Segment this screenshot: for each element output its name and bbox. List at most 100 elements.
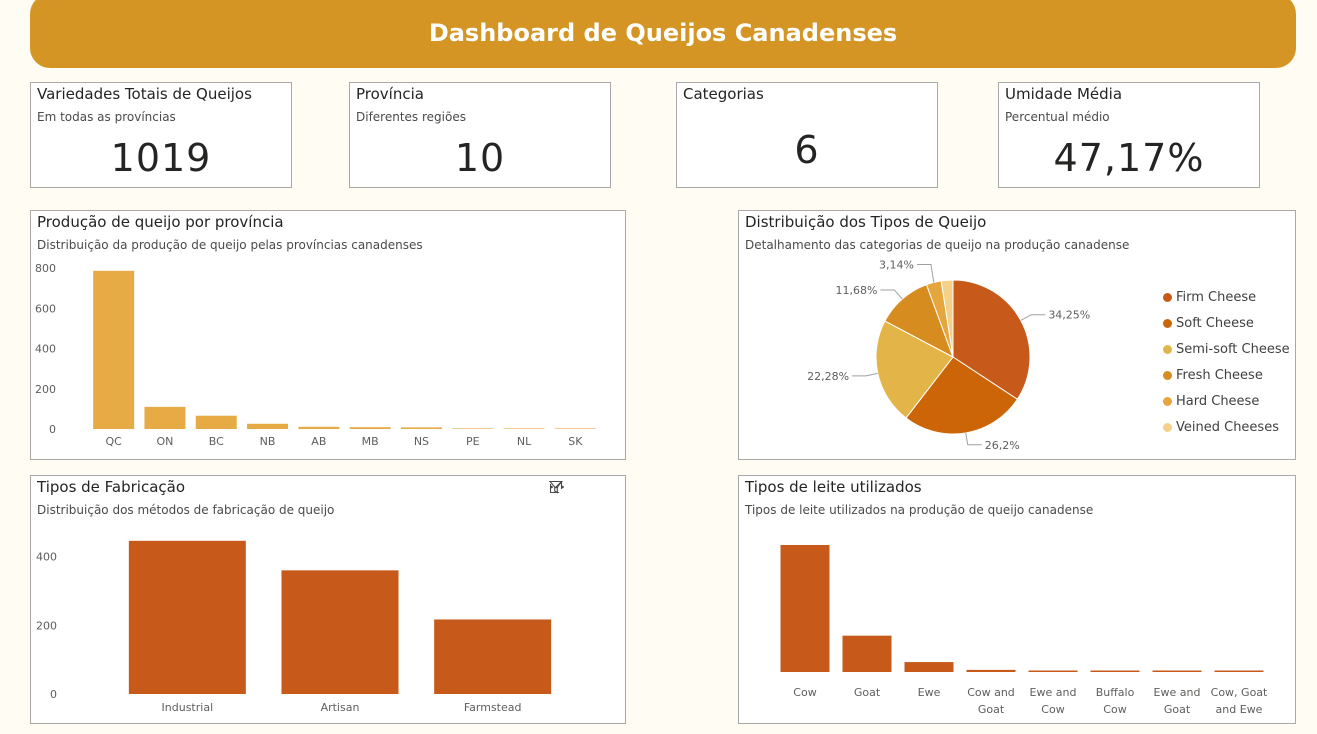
- kpi-subtitle: Em todas as províncias: [37, 110, 176, 124]
- label-leader-line: [917, 263, 935, 283]
- bar-milk-type: [1090, 670, 1140, 672]
- kpi-value: 1019: [110, 136, 212, 180]
- kpi-card-varieties[interactable]: Variedades Totais de Queijos Em todas as…: [30, 82, 292, 188]
- label-leader-line: [880, 289, 903, 300]
- bar-NS: [400, 427, 442, 429]
- legend-label: Semi-soft Cheese: [1176, 341, 1290, 357]
- legend-item[interactable]: Soft Cheese: [1163, 310, 1290, 336]
- bar-milk-type: [1214, 670, 1264, 672]
- y-tick-label: 0: [49, 423, 56, 436]
- legend-marker: [1163, 370, 1172, 380]
- x-tick-label: Cow: [793, 686, 816, 699]
- label-leader-line: [965, 432, 982, 446]
- legend-item[interactable]: Veined Cheeses: [1163, 414, 1290, 440]
- x-tick-label: Cow and Goat: [967, 686, 1015, 716]
- x-tick-label: QC: [105, 435, 122, 448]
- kpi-title: Variedades Totais de Queijos: [37, 85, 252, 103]
- bar-QC: [93, 270, 135, 429]
- legend-marker: [1163, 344, 1172, 354]
- bar-NB: [247, 423, 289, 429]
- x-tick-label: SK: [568, 435, 583, 448]
- pie-data-label: 34,25%: [1048, 309, 1090, 322]
- pie-data-label: 22,28%: [807, 370, 849, 383]
- bar-milk-type: [904, 662, 954, 672]
- x-tick-label: Goat: [854, 686, 881, 699]
- x-tick-label: Buffalo Cow: [1096, 686, 1135, 716]
- bar-NL: [503, 428, 545, 429]
- kpi-subtitle: Diferentes regiões: [356, 110, 466, 124]
- legend-label: Fresh Cheese: [1176, 367, 1263, 383]
- x-tick-label: ON: [157, 435, 174, 448]
- x-tick-label: Cow, Goat and Ewe: [1211, 686, 1268, 716]
- kpi-title: Província: [356, 85, 424, 103]
- x-tick-label: Artisan: [321, 701, 360, 714]
- pie-data-label: 11,68%: [835, 284, 877, 297]
- x-tick-label: Ewe: [918, 686, 941, 699]
- legend-item[interactable]: Hard Cheese: [1163, 388, 1290, 414]
- x-tick-label: Ewe and Goat: [1154, 686, 1201, 716]
- bar-ON: [144, 406, 186, 429]
- bar-industrial: [128, 540, 246, 694]
- legend-item[interactable]: Firm Cheese: [1163, 284, 1290, 310]
- legend-label: Hard Cheese: [1176, 393, 1260, 409]
- bar-MB: [349, 427, 391, 429]
- y-tick-label: 400: [35, 343, 56, 356]
- x-tick-label: NS: [414, 435, 429, 448]
- bar-milk-type: [842, 635, 892, 672]
- y-tick-label: 600: [35, 302, 56, 315]
- kpi-card-categories[interactable]: Categorias 6: [676, 82, 938, 188]
- bar-farmstead: [434, 619, 552, 694]
- x-tick-label: Farmstead: [464, 701, 522, 714]
- y-tick-label: 800: [35, 262, 56, 275]
- milk-chart-panel[interactable]: Tipos de leite utilizados Tipos de leite…: [738, 475, 1296, 724]
- bar-milk-type: [780, 545, 830, 672]
- y-tick-label: 400: [36, 551, 57, 564]
- label-leader-line: [1020, 314, 1046, 321]
- legend-label: Firm Cheese: [1176, 289, 1257, 305]
- manufacturing-bar-chart: 0 200 400 Industrial Artisan Farmstead: [36, 540, 552, 714]
- dashboard-title: Dashboard de Queijos Canadenses: [428, 19, 898, 47]
- kpi-title: Umidade Média: [1005, 85, 1123, 103]
- legend-marker: [1163, 422, 1172, 432]
- legend-marker: [1163, 292, 1172, 302]
- x-tick-label: NB: [260, 435, 276, 448]
- legend-item[interactable]: Fresh Cheese: [1163, 362, 1290, 388]
- y-tick-label: 200: [36, 619, 57, 632]
- pie-data-label: 3,14%: [879, 258, 914, 271]
- bar-AB: [298, 426, 340, 429]
- legend-item[interactable]: Semi-soft Cheese: [1163, 336, 1290, 362]
- kpi-value: 10: [454, 136, 506, 180]
- x-tick-label: Ewe and Cow: [1030, 686, 1077, 716]
- bar-milk-type: [1028, 670, 1078, 672]
- province-chart-panel[interactable]: Produção de queijo por província Distrib…: [30, 210, 626, 460]
- province-bar-chart: 0 200 400 600 800 QC ON BC NB AB MB NS PE NL SK: [35, 262, 596, 448]
- kpi-value: 6: [794, 128, 820, 172]
- kpi-title: Categorias: [683, 85, 764, 103]
- x-tick-label: BC: [209, 435, 224, 448]
- bar-BC: [195, 415, 237, 429]
- bar-milk-type: [966, 669, 1016, 672]
- bar-milk-type: [1152, 670, 1202, 672]
- legend-label: Soft Cheese: [1176, 315, 1254, 331]
- x-tick-label: AB: [311, 435, 326, 448]
- dashboard-banner: Dashboard de Queijos Canadenses: [30, 0, 1296, 68]
- legend-marker: [1163, 396, 1172, 406]
- y-tick-label: 200: [35, 383, 56, 396]
- bar-PE: [452, 428, 494, 429]
- kpi-card-province[interactable]: Província Diferentes regiões 10: [349, 82, 611, 188]
- kpi-value: 47,17%: [1053, 136, 1205, 180]
- y-tick-label: 0: [50, 688, 57, 701]
- manufacturing-chart-panel[interactable]: Tipos de Fabricação Distribuição dos mét…: [30, 475, 626, 724]
- bar-SK: [554, 428, 596, 429]
- x-tick-label: Industrial: [162, 701, 214, 714]
- pie-legend: Firm Cheese Soft Cheese Semi-soft Cheese Fr…: [1163, 284, 1290, 440]
- bar-artisan: [281, 570, 399, 694]
- x-tick-label: PE: [466, 435, 480, 448]
- x-tick-label: NL: [517, 435, 532, 448]
- milk-bar-chart: Cow Goat Ewe Cow and Goat Ewe and Cow Buffalo Co…: [780, 545, 1268, 716]
- cheese-types-pie-chart: 34,25% 26,2% 22,28% 11,68%3,14%: [807, 258, 1090, 452]
- kpi-card-humidity[interactable]: Umidade Média Percentual médio 47,17%: [998, 82, 1260, 188]
- legend-marker: [1163, 318, 1172, 328]
- pie-data-label: 26,2%: [985, 439, 1020, 452]
- cheese-types-chart-panel[interactable]: Distribuição dos Tipos de Queijo Detalha…: [738, 210, 1296, 460]
